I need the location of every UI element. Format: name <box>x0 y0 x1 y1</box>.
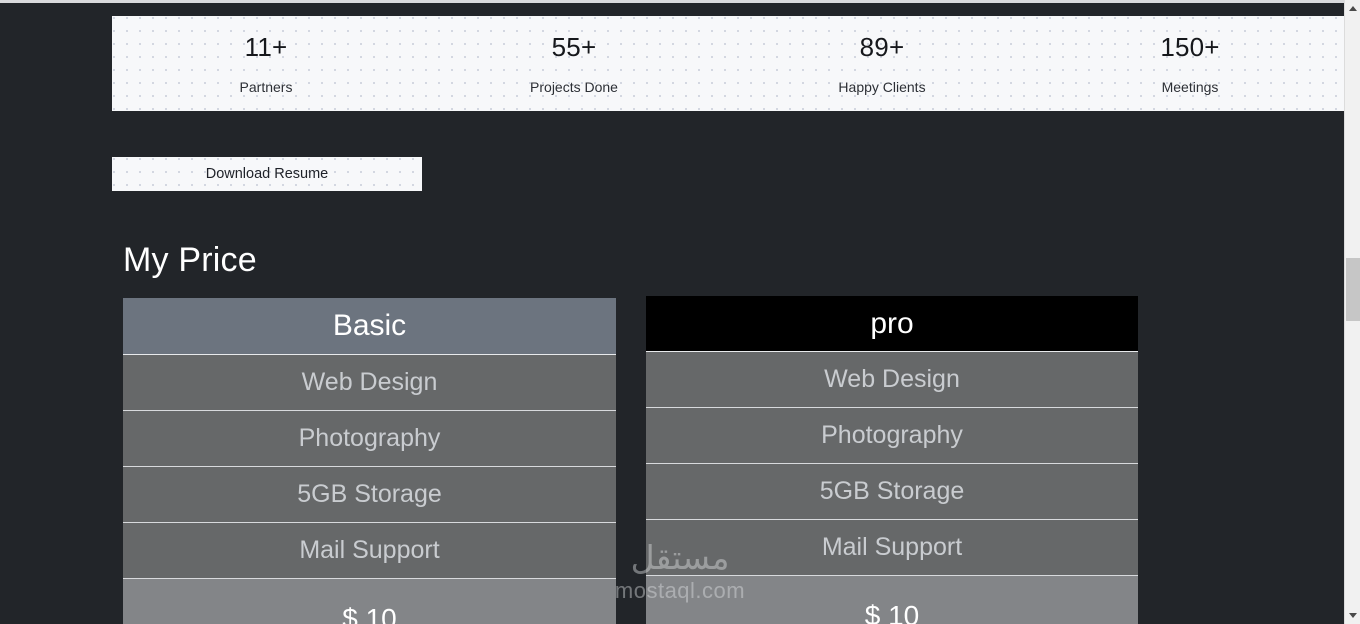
pricing-card-title: pro <box>646 296 1138 352</box>
stat-label: Meetings <box>1161 78 1219 95</box>
pricing-feature-item: Mail Support <box>123 523 616 579</box>
stat-value: 150+ <box>1160 31 1220 62</box>
triangle-down-icon <box>1349 613 1357 618</box>
stat-item-projects-done: 55+ Projects Done <box>420 34 728 94</box>
stat-item-partners: 11+ Partners <box>112 34 420 94</box>
pricing-feature-item: 5GB Storage <box>123 467 616 523</box>
triangle-up-icon <box>1349 6 1357 11</box>
pricing-card-title: Basic <box>123 298 616 355</box>
viewport-top-edge <box>0 0 1344 3</box>
pricing-feature-item: Photography <box>646 408 1138 464</box>
stat-item-meetings: 150+ Meetings <box>1036 34 1344 94</box>
pricing-card-pro[interactable]: pro Web Design Photography 5GB Storage M… <box>646 296 1138 624</box>
pricing-feature-item: Photography <box>123 411 616 467</box>
scroll-up-button[interactable] <box>1345 0 1360 17</box>
scrollbar-thumb[interactable] <box>1346 258 1360 321</box>
pricing-feature-item: 5GB Storage <box>646 464 1138 520</box>
pricing-price-value: $ 10 <box>864 600 920 624</box>
download-resume-button[interactable]: Download Resume <box>112 157 422 191</box>
stat-label: Projects Done <box>530 78 618 95</box>
stat-value: 89+ <box>859 31 905 62</box>
pricing-feature-item: Mail Support <box>646 520 1138 576</box>
pricing-price-row: $ 10 <box>646 576 1138 624</box>
pricing-feature-item: Web Design <box>646 352 1138 408</box>
pricing-price-value: $ 10 <box>342 603 397 624</box>
page-title: My Price <box>123 241 257 279</box>
pricing-price-row: $ 10 <box>123 579 616 624</box>
stats-bar: 11+ Partners 55+ Projects Done 89+ Happy… <box>112 16 1344 111</box>
stat-label: Happy Clients <box>838 78 926 95</box>
vertical-scrollbar[interactable] <box>1344 0 1360 624</box>
stat-value: 55+ <box>551 31 597 62</box>
stat-label: Partners <box>239 78 293 95</box>
scroll-down-button[interactable] <box>1345 607 1360 624</box>
stat-item-happy-clients: 89+ Happy Clients <box>728 34 1036 94</box>
pricing-feature-item: Web Design <box>123 355 616 411</box>
stat-value: 11+ <box>244 31 288 62</box>
pricing-card-basic[interactable]: Basic Web Design Photography 5GB Storage… <box>123 298 616 624</box>
page-root: 11+ Partners 55+ Projects Done 89+ Happy… <box>0 0 1360 624</box>
